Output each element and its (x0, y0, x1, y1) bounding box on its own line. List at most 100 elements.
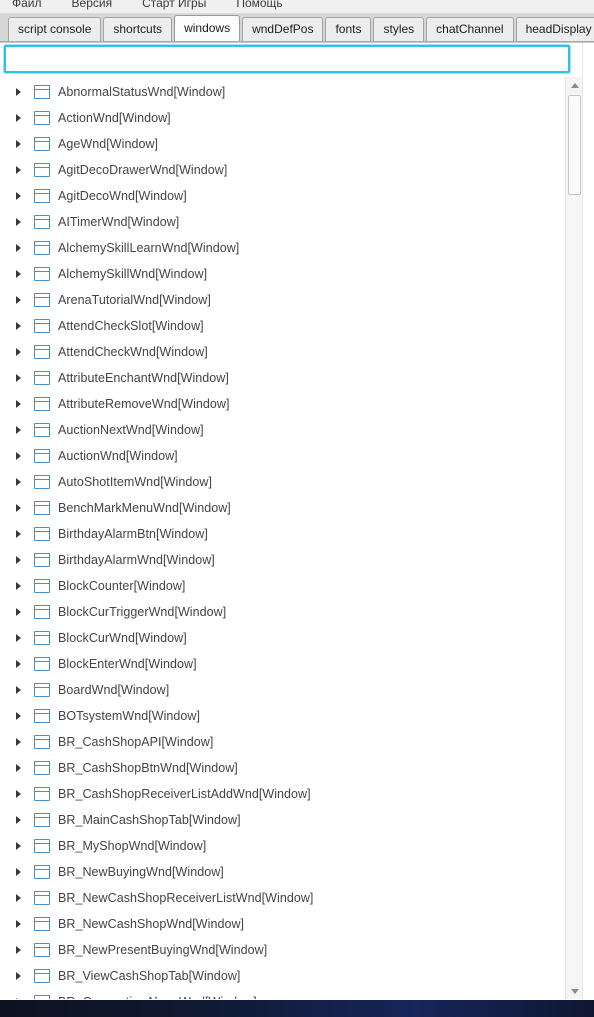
tree-row[interactable]: BR_ConnectionAlarmWnd[Window] (4, 989, 556, 999)
triangle-right-icon[interactable] (16, 859, 30, 885)
triangle-right-icon[interactable] (16, 235, 30, 261)
tab-chatchannel[interactable]: chatChannel (426, 17, 514, 41)
tab-windows[interactable]: windows (174, 15, 241, 41)
tree-row[interactable]: AlchemySkillWnd[Window] (4, 261, 556, 287)
scroll-down-button[interactable] (566, 983, 583, 999)
tree-row[interactable]: BlockCounter[Window] (4, 573, 556, 599)
triangle-right-icon[interactable] (16, 183, 30, 209)
triangle-right-icon[interactable] (16, 131, 30, 157)
triangle-right-icon[interactable] (16, 963, 30, 989)
tree-row[interactable]: BR_CashShopAPI[Window] (4, 729, 556, 755)
tree-row-label: AttendCheckWnd[Window] (58, 345, 208, 359)
tree-row[interactable]: BlockEnterWnd[Window] (4, 651, 556, 677)
tree-row[interactable]: AttributeEnchantWnd[Window] (4, 365, 556, 391)
triangle-right-icon[interactable] (16, 79, 30, 105)
triangle-right-icon[interactable] (16, 339, 30, 365)
tree-row[interactable]: BenchMarkMenuWnd[Window] (4, 495, 556, 521)
menu-item-help[interactable]: Помощь (236, 0, 296, 13)
tree-row[interactable]: BR_NewCashShopReceiverListWnd[Window] (4, 885, 556, 911)
search-input[interactable] (4, 45, 570, 73)
tree-row[interactable]: AbnormalStatusWnd[Window] (4, 79, 556, 105)
triangle-right-icon[interactable] (16, 495, 30, 521)
window-tree-viewport[interactable]: AbnormalStatusWnd[Window] ActionWnd[Windo… (4, 77, 556, 999)
triangle-right-icon[interactable] (16, 781, 30, 807)
tree-row[interactable]: AttendCheckSlot[Window] (4, 313, 556, 339)
menu-item-version[interactable]: Версия (72, 0, 127, 13)
tree-row[interactable]: BR_NewBuyingWnd[Window] (4, 859, 556, 885)
triangle-right-icon[interactable] (16, 261, 30, 287)
triangle-right-icon[interactable] (16, 313, 30, 339)
tree-row-label: AutoShotItemWnd[Window] (58, 475, 212, 489)
triangle-right-icon[interactable] (16, 443, 30, 469)
triangle-right-icon[interactable] (16, 911, 30, 937)
tree-row[interactable]: BR_NewPresentBuyingWnd[Window] (4, 937, 556, 963)
tab-wnddefpos[interactable]: wndDefPos (242, 17, 324, 41)
tree-row[interactable]: AgitDecoWnd[Window] (4, 183, 556, 209)
triangle-right-icon[interactable] (16, 157, 30, 183)
triangle-right-icon[interactable] (16, 417, 30, 443)
tree-row[interactable]: AttendCheckWnd[Window] (4, 339, 556, 365)
triangle-right-icon[interactable] (16, 105, 30, 131)
triangle-right-icon[interactable] (16, 755, 30, 781)
triangle-right-icon[interactable] (16, 209, 30, 235)
window-icon (34, 527, 50, 541)
triangle-right-icon[interactable] (16, 833, 30, 859)
tree-row[interactable]: BOTsystemWnd[Window] (4, 703, 556, 729)
tree-row[interactable]: AutoShotItemWnd[Window] (4, 469, 556, 495)
triangle-right-icon[interactable] (16, 365, 30, 391)
tree-row[interactable]: BR_CashShopBtnWnd[Window] (4, 755, 556, 781)
triangle-right-icon[interactable] (16, 989, 30, 999)
menu-item-start-game[interactable]: Старт Игры (142, 0, 220, 13)
triangle-right-icon[interactable] (16, 469, 30, 495)
tab-shortcuts[interactable]: shortcuts (103, 17, 173, 41)
window-icon (34, 163, 50, 177)
tree-row[interactable]: AttributeRemoveWnd[Window] (4, 391, 556, 417)
triangle-right-icon[interactable] (16, 677, 30, 703)
triangle-right-icon[interactable] (16, 391, 30, 417)
triangle-right-icon[interactable] (16, 287, 30, 313)
window-icon (34, 267, 50, 281)
tab-script-console[interactable]: script console (8, 17, 102, 41)
triangle-right-icon[interactable] (16, 651, 30, 677)
scrollbar-track[interactable] (566, 93, 583, 983)
tree-row[interactable]: AITimerWnd[Window] (4, 209, 556, 235)
triangle-right-icon[interactable] (16, 625, 30, 651)
tree-row[interactable]: AgeWnd[Window] (4, 131, 556, 157)
tree-row[interactable]: BlockCurWnd[Window] (4, 625, 556, 651)
triangle-right-icon[interactable] (16, 599, 30, 625)
tree-row[interactable]: BirthdayAlarmWnd[Window] (4, 547, 556, 573)
window-icon (34, 683, 50, 697)
tab-headdisplay[interactable]: headDisplay (515, 17, 594, 41)
tree-row[interactable]: BirthdayAlarmBtn[Window] (4, 521, 556, 547)
triangle-right-icon[interactable] (16, 547, 30, 573)
tree-row[interactable]: ActionWnd[Window] (4, 105, 556, 131)
tree-row[interactable]: AgitDecoDrawerWnd[Window] (4, 157, 556, 183)
tree-row[interactable]: BR_MainCashShopTab[Window] (4, 807, 556, 833)
menu-item-file[interactable]: Файл (12, 0, 56, 13)
tree-row[interactable]: BR_MyShopWnd[Window] (4, 833, 556, 859)
scroll-up-button[interactable] (566, 77, 583, 93)
tab-styles[interactable]: styles (373, 17, 425, 41)
windows-tab-panel: AbnormalStatusWnd[Window] ActionWnd[Windo… (0, 42, 594, 1001)
tree-row[interactable]: AuctionNextWnd[Window] (4, 417, 556, 443)
tree-row[interactable]: BR_ViewCashShopTab[Window] (4, 963, 556, 989)
tree-scrollbar[interactable] (565, 77, 583, 999)
triangle-right-icon[interactable] (16, 573, 30, 599)
window-icon (34, 397, 50, 411)
tree-row-label: BR_MainCashShopTab[Window] (58, 813, 241, 827)
tree-row[interactable]: AlchemySkillLearnWnd[Window] (4, 235, 556, 261)
tree-row[interactable]: BR_CashShopReceiverListAddWnd[Window] (4, 781, 556, 807)
tree-row[interactable]: BlockCurTriggerWnd[Window] (4, 599, 556, 625)
tree-row[interactable]: BoardWnd[Window] (4, 677, 556, 703)
tree-row[interactable]: AuctionWnd[Window] (4, 443, 556, 469)
tree-row[interactable]: ArenaTutorialWnd[Window] (4, 287, 556, 313)
triangle-right-icon[interactable] (16, 703, 30, 729)
scrollbar-thumb[interactable] (568, 95, 581, 195)
triangle-right-icon[interactable] (16, 521, 30, 547)
triangle-right-icon[interactable] (16, 729, 30, 755)
tree-row[interactable]: BR_NewCashShopWnd[Window] (4, 911, 556, 937)
tab-fonts[interactable]: fonts (325, 17, 372, 41)
triangle-right-icon[interactable] (16, 885, 30, 911)
triangle-right-icon[interactable] (16, 807, 30, 833)
triangle-right-icon[interactable] (16, 937, 30, 963)
